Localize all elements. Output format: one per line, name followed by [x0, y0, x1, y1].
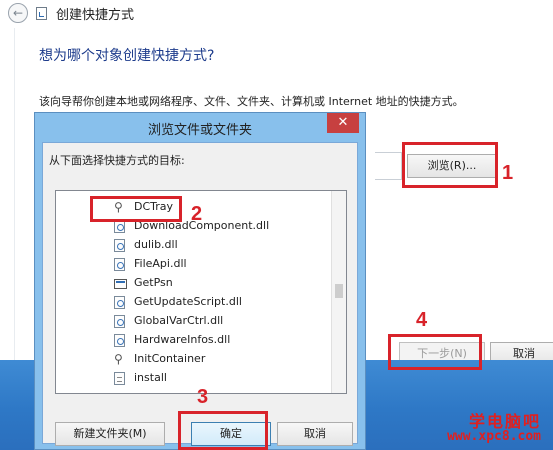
tree-item[interactable]: dulib.dll [106, 237, 326, 255]
highlight-dctray [90, 196, 182, 222]
tree-item-label: GetUpdateScript.dll [134, 295, 242, 308]
dll-icon [114, 239, 125, 252]
new-folder-button[interactable]: 新建文件夹(M) [55, 422, 165, 446]
tree-item[interactable]: FileApi.dll [106, 256, 326, 274]
shortcut-wizard-icon [36, 7, 47, 20]
dialog-titlebar: 浏览文件或文件夹 ✕ [35, 113, 365, 141]
tree-item[interactable]: GetPsn [106, 275, 326, 293]
highlight-ok [178, 411, 268, 450]
scrollbar-thumb[interactable] [335, 284, 343, 298]
tree-item-label: HardwareInfos.dll [134, 333, 231, 346]
back-button[interactable]: ← [8, 3, 28, 23]
wizard-header: ← 创建快捷方式 [0, 0, 553, 28]
tree-item-label: GlobalVarCtrl.dll [134, 314, 224, 327]
watermark-url: www.xpc8.com [447, 429, 541, 444]
tree-item-label: InitContainer [134, 352, 206, 365]
highlight-next [388, 334, 482, 370]
tree-item[interactable]: GlobalVarCtrl.dll [106, 313, 326, 331]
tree-item[interactable]: ⚲ InitContainer [106, 351, 326, 369]
tree-item-label: FileApi.dll [134, 257, 187, 270]
tree-item-label: dulib.dll [134, 238, 178, 251]
exe-icon [114, 279, 127, 289]
wizard-question: 想为哪个对象创建快捷方式? [39, 48, 215, 64]
dialog-cancel-button[interactable]: 取消 [277, 422, 353, 446]
dialog-prompt: 从下面选择快捷方式的目标: [49, 154, 185, 167]
tree-scrollbar[interactable] [331, 191, 346, 393]
back-arrow-icon: ← [12, 6, 24, 20]
step-number-4: 4 [416, 309, 428, 331]
dll-icon [114, 315, 125, 328]
text-file-icon [114, 372, 125, 385]
dialog-title: 浏览文件或文件夹 [147, 123, 252, 138]
run-icon: ⚲ [114, 352, 123, 366]
close-icon: ✕ [337, 115, 349, 130]
tree-item-label: GetPsn [134, 276, 173, 289]
tree-item[interactable]: GetUpdateScript.dll [106, 294, 326, 312]
tree-item-label: install [134, 371, 167, 384]
location-input[interactable] [375, 152, 402, 180]
highlight-browse [402, 142, 498, 188]
dll-icon [114, 296, 125, 309]
tree-item[interactable]: HardwareInfos.dll [106, 332, 326, 350]
dll-icon [114, 334, 125, 347]
wizard-description: 该向导帮你创建本地或网络程序、文件、文件夹、计算机或 Internet 地址的快… [39, 95, 464, 108]
step-number-1: 1 [502, 162, 514, 184]
dll-icon [114, 258, 125, 271]
tree-item[interactable]: install [106, 370, 326, 388]
step-number-3: 3 [197, 386, 209, 408]
close-button[interactable]: ✕ [327, 113, 359, 133]
wizard-title: 创建快捷方式 [56, 8, 135, 23]
step-number-2: 2 [191, 203, 203, 225]
